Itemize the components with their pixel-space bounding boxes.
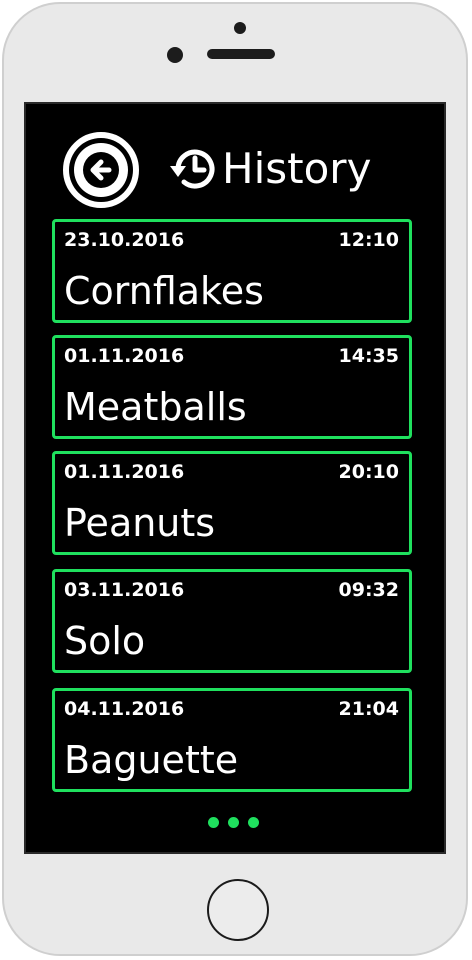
page-title: History [222,144,372,193]
page-indicator[interactable] [208,817,259,828]
history-item[interactable]: 01.11.2016 20:10 Peanuts [52,451,412,555]
item-time: 14:35 [338,345,399,367]
item-time: 09:32 [338,579,399,601]
back-arrow-icon [83,152,119,188]
item-date: 03.11.2016 [64,579,185,601]
item-name: Cornflakes [64,269,264,313]
history-item[interactable]: 04.11.2016 21:04 Baguette [52,688,412,792]
proximity-sensor [234,22,246,34]
history-item[interactable]: 01.11.2016 14:35 Meatballs [52,335,412,439]
item-date: 01.11.2016 [64,345,185,367]
item-name: Peanuts [64,501,216,545]
history-item[interactable]: 23.10.2016 12:10 Cornflakes [52,219,412,323]
back-button[interactable] [63,132,139,208]
front-camera [167,47,183,63]
page-dot [248,817,259,828]
earpiece-speaker [207,49,275,59]
item-date: 23.10.2016 [64,229,185,251]
item-name: Baguette [64,738,239,782]
item-time: 20:10 [338,461,399,483]
history-clock-icon [170,149,215,189]
home-button[interactable] [207,879,269,941]
item-time: 21:04 [338,698,399,720]
item-name: Meatballs [64,385,247,429]
page-dot [228,817,239,828]
page-dot [208,817,219,828]
item-time: 12:10 [338,229,399,251]
item-date: 04.11.2016 [64,698,185,720]
item-date: 01.11.2016 [64,461,185,483]
history-item[interactable]: 03.11.2016 09:32 Solo [52,569,412,673]
item-name: Solo [64,619,146,663]
